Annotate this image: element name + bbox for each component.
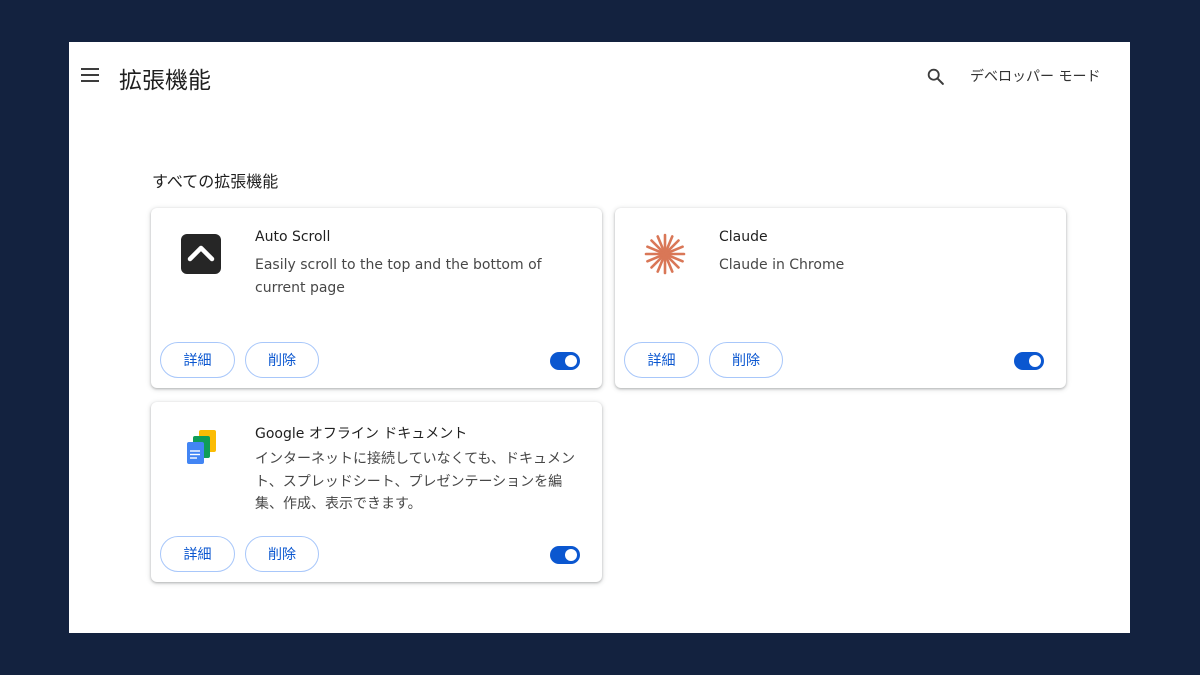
extension-card-google-docs-offline: Google オフライン ドキュメント インターネットに接続していなくても、ドキ…: [151, 402, 602, 582]
extension-icon: [179, 232, 223, 276]
google-docs-icon: [187, 430, 216, 464]
main-menu-button[interactable]: [79, 66, 101, 84]
toggle-knob: [565, 355, 577, 367]
enable-toggle[interactable]: [550, 546, 580, 564]
toggle-knob: [565, 549, 577, 561]
section-title: すべての拡張機能: [152, 172, 279, 191]
details-button[interactable]: 詳細: [160, 342, 235, 378]
details-button[interactable]: 詳細: [624, 342, 699, 378]
enable-toggle[interactable]: [1014, 352, 1044, 370]
chevron-up-icon: [181, 234, 221, 274]
extension-icon: [643, 232, 687, 276]
search-icon: [927, 68, 944, 85]
extensions-page: 拡張機能 デベロッパー モード すべての拡張機能 Auto Scroll Eas…: [69, 42, 1130, 633]
developer-mode-label[interactable]: デベロッパー モード: [970, 66, 1100, 86]
page-title: 拡張機能: [119, 68, 211, 94]
remove-button[interactable]: 削除: [709, 342, 783, 378]
extension-card-claude: Claude Claude in Chrome 詳細 削除: [615, 208, 1066, 388]
remove-button[interactable]: 削除: [245, 536, 319, 572]
extension-description: Claude in Chrome: [719, 257, 845, 273]
extension-card-auto-scroll: Auto Scroll Easily scroll to the top and…: [151, 208, 602, 388]
remove-button[interactable]: 削除: [245, 342, 319, 378]
hamburger-icon-line: [81, 74, 99, 76]
extension-name: Auto Scroll: [255, 229, 331, 245]
extension-name: Google オフライン ドキュメント: [255, 426, 468, 442]
toggle-knob: [1029, 355, 1041, 367]
claude-sparkle-icon: [644, 233, 686, 275]
search-button[interactable]: [925, 66, 947, 88]
hamburger-icon-line: [81, 80, 99, 82]
extension-name: Claude: [719, 229, 768, 245]
enable-toggle[interactable]: [550, 352, 580, 370]
extension-description: Easily scroll to the top and the bottom …: [255, 257, 542, 296]
details-button[interactable]: 詳細: [160, 536, 235, 572]
extension-icon: [179, 426, 223, 470]
top-bar: 拡張機能 デベロッパー モード: [69, 42, 1130, 110]
extension-description: インターネットに接続していなくても、ドキュメント、スプレッドシート、プレゼンテー…: [255, 451, 576, 512]
hamburger-icon: [81, 68, 99, 70]
